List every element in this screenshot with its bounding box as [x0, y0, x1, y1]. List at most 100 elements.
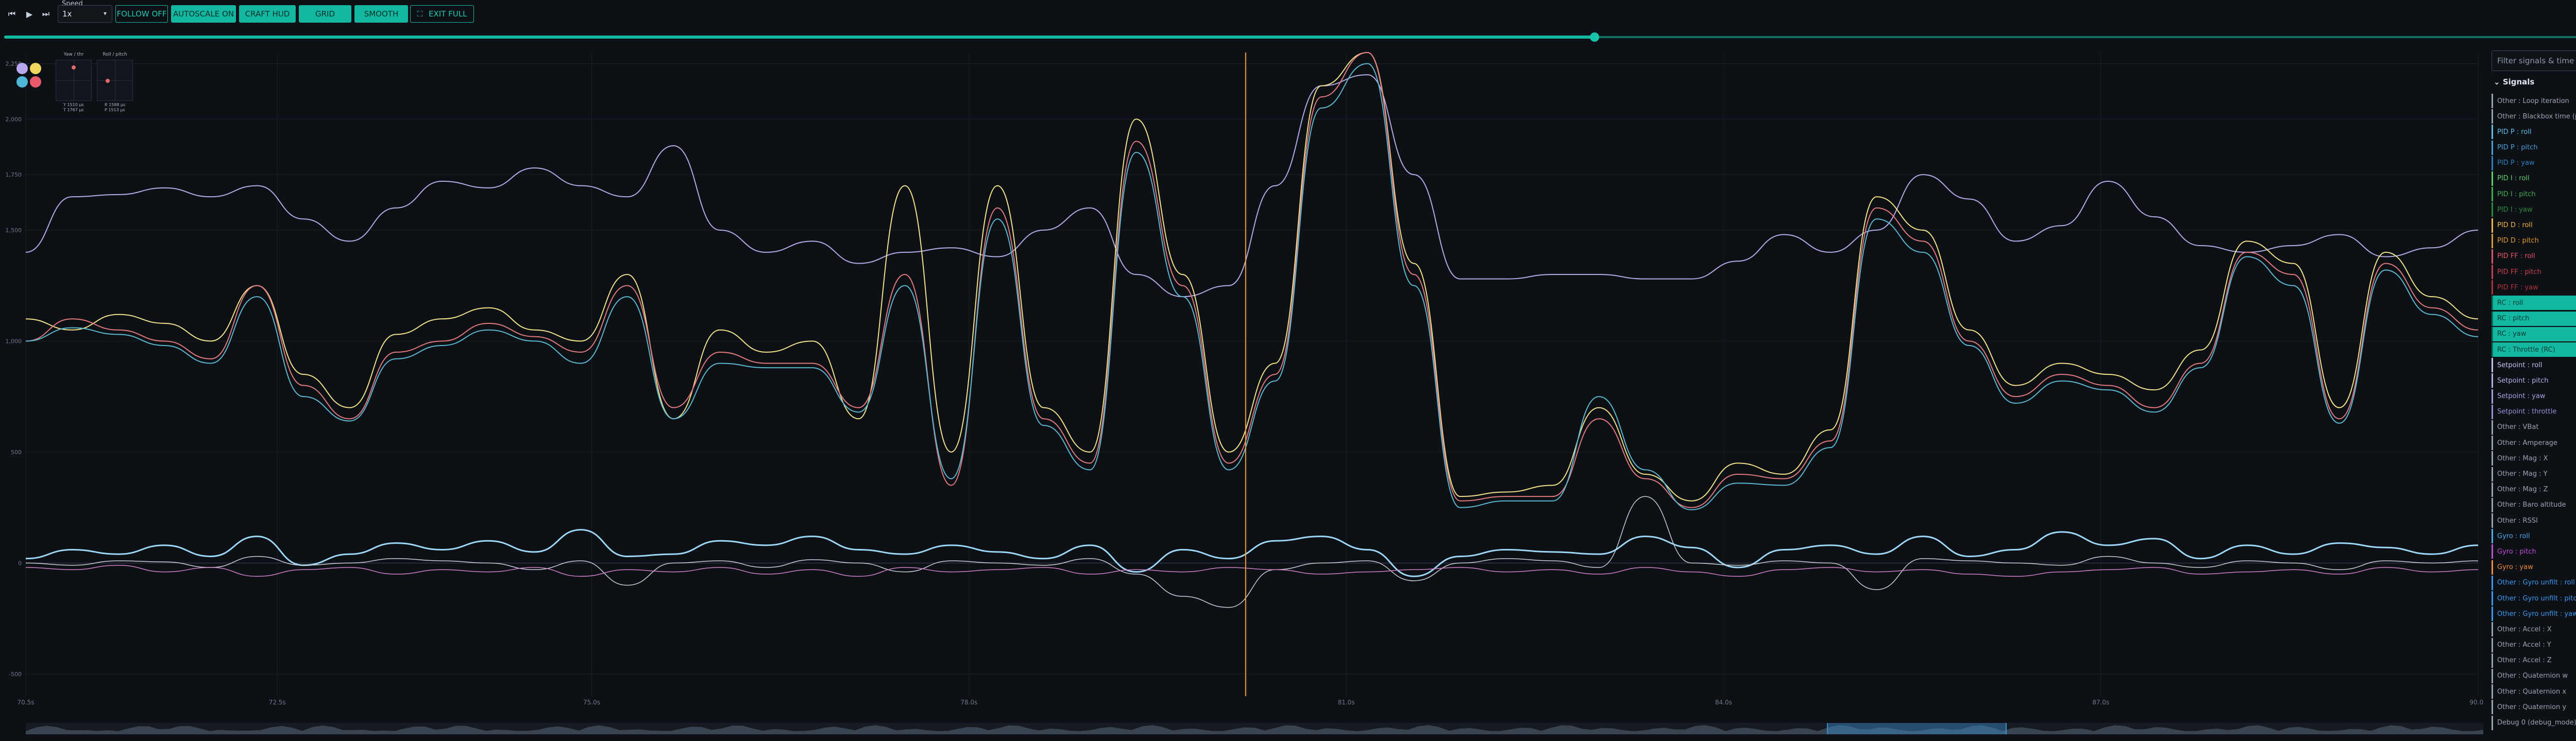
signal-label: Debug 0 (debug_mode) [2497, 719, 2576, 727]
grid-button[interactable]: GRID [299, 5, 351, 23]
chevron-down-icon: ⌄ [2494, 77, 2500, 87]
signal-item[interactable]: PID D : roll [2492, 218, 2576, 233]
signal-item[interactable]: Other : Mag : Y [2492, 467, 2576, 481]
signal-item[interactable]: Setpoint : throttle [2492, 404, 2576, 419]
signal-label: Other : Loop iteration [2497, 97, 2569, 105]
toolbar: ⏮ ▶ ⏭ Speed 1x ▾ FOLLOW OFF AUTOSCALE ON… [0, 0, 2576, 30]
signal-item[interactable]: Other : Accel : Y [2492, 637, 2576, 652]
signals-section-header[interactable]: ⌄ Signals [2494, 77, 2534, 87]
signal-item[interactable]: Other : Gyro unfilt : roll [2492, 575, 2576, 590]
signal-label: Other : Gyro unfilt : pitch [2497, 594, 2576, 602]
series-line [25, 52, 2479, 508]
signal-item[interactable]: Other : VBat [2492, 420, 2576, 435]
pitch-indicator-icon [30, 63, 41, 74]
signal-item[interactable]: Other : Baro altitude [2492, 497, 2576, 512]
y-tick-label: 500 [11, 449, 22, 456]
signal-item[interactable]: Gyro : yaw [2492, 560, 2576, 575]
stick-readout: P 1513 µs [105, 108, 125, 112]
signal-item[interactable]: PID P : pitch [2492, 140, 2576, 155]
signal-label: Setpoint : roll [2497, 361, 2543, 369]
signal-filter-input[interactable]: Filter signals & time series [2492, 50, 2576, 71]
signal-item[interactable]: Other : RSSI [2492, 513, 2576, 528]
series-line [25, 63, 2479, 510]
timeline-thumb[interactable] [1590, 32, 1600, 42]
signal-chart[interactable]: 2,250 2,000 1,750 1,500 1,000 500 0 -500 70.5s 72… [0, 47, 2486, 717]
signal-label: Other : Mag : X [2497, 454, 2548, 462]
signal-item[interactable]: PID I : roll [2492, 171, 2576, 186]
signal-item[interactable]: Other : Blackbox time (µs) [2492, 109, 2576, 124]
signal-item[interactable]: Other : Mag : Z [2492, 482, 2576, 497]
speed-select[interactable]: 1x ▾ [58, 5, 112, 23]
signal-item[interactable]: PID I : pitch [2492, 187, 2576, 202]
skip-back-icon[interactable]: ⏮ [5, 5, 19, 23]
chevron-down-icon: ▾ [103, 10, 107, 17]
signal-item[interactable]: Other : Quaternion y [2492, 700, 2576, 715]
series-line [25, 496, 2479, 608]
signal-item[interactable]: Setpoint : yaw [2492, 389, 2576, 404]
signal-item[interactable]: Gyro : roll [2492, 529, 2576, 544]
signal-item[interactable]: Setpoint : pitch [2492, 373, 2576, 388]
signal-item[interactable]: Setpoint : roll [2492, 358, 2576, 373]
signal-item[interactable]: Other : Amperage [2492, 436, 2576, 451]
signal-item[interactable]: PID FF : roll [2492, 249, 2576, 264]
series-line [25, 52, 2479, 502]
signal-item[interactable]: PID P : roll [2492, 125, 2576, 140]
signal-item[interactable]: Gyro : pitch [2492, 544, 2576, 559]
exit-full-button[interactable]: ⛶ EXIT FULL [410, 5, 474, 23]
signal-item[interactable]: Other : Gyro unfilt : pitch [2492, 591, 2576, 606]
smooth-button[interactable]: SMOOTH [354, 5, 408, 23]
signal-item[interactable]: Other : Quaternion w [2492, 668, 2576, 683]
signal-item[interactable]: PID FF : yaw [2492, 280, 2576, 295]
throttle-indicator-icon [30, 76, 41, 88]
signal-item[interactable]: PID I : yaw [2492, 202, 2576, 217]
overview-minimap[interactable] [26, 723, 2483, 734]
signal-item[interactable]: Other : Accel : X [2492, 622, 2576, 637]
signal-item[interactable]: PID P : yaw [2492, 156, 2576, 170]
x-tick-label: 87.0s [2092, 699, 2109, 706]
y-tick-label: 1,750 [6, 171, 22, 178]
signal-item[interactable]: Other : Loop iteration [2492, 94, 2576, 108]
signal-label: PID P : roll [2497, 128, 2532, 136]
signal-item[interactable]: PID D : pitch [2492, 233, 2576, 248]
signal-item[interactable]: Other : Accel : Z [2492, 653, 2576, 668]
signal-label: RC : Throttle (RC) [2497, 346, 2555, 354]
y-tick-label: 2,000 [6, 116, 22, 123]
stick-position [72, 65, 76, 70]
stick-position [106, 79, 110, 83]
signal-item[interactable]: Other : Gyro unfilt : yaw [2492, 607, 2576, 622]
signal-label: PID I : yaw [2497, 205, 2533, 214]
signal-label: Other : Quaternion y [2497, 703, 2567, 711]
craft-hud-button[interactable]: CRAFT HUD [239, 5, 296, 23]
roll-pitch-stick: Roll / pitch R 1588 µs P 1513 µs [97, 52, 133, 112]
skip-forward-icon[interactable]: ⏭ [39, 5, 53, 23]
minimap-selection[interactable] [1827, 723, 2007, 734]
signal-item[interactable]: RC : Throttle (RC)1767 µs [2492, 342, 2576, 357]
signal-label: Other : Quaternion w [2497, 672, 2568, 680]
autoscale-button[interactable]: AUTOSCALE ON [171, 5, 236, 23]
signal-item[interactable]: Other : Quaternion x [2492, 684, 2576, 699]
timeline-progress [4, 36, 1595, 39]
signal-label: Gyro : yaw [2497, 563, 2533, 572]
signal-item[interactable]: RC : yaw18 µs [2492, 326, 2576, 341]
timeline-slider[interactable] [4, 32, 2576, 42]
x-tick-label: 70.5s [18, 699, 35, 706]
stick-readout: T 1767 µs [63, 108, 84, 112]
signal-label: PID FF : roll [2497, 252, 2535, 261]
stick-title: Roll / pitch [103, 52, 127, 57]
play-icon[interactable]: ▶ [23, 5, 36, 23]
signal-label: Other : Gyro unfilt : yaw [2497, 610, 2576, 618]
exit-fullscreen-icon: ⛶ [417, 9, 423, 19]
signal-label: Other : Accel : Y [2497, 641, 2551, 649]
minimap-area [26, 725, 2483, 734]
signal-item[interactable]: Debug 0 (debug_mode) [2492, 715, 2576, 730]
signal-label: Other : VBat [2497, 423, 2539, 432]
signal-item[interactable]: RC : pitch76 µs [2492, 311, 2576, 326]
signal-label: Other : Gyro unfilt : roll [2497, 579, 2575, 587]
follow-button[interactable]: FOLLOW OFF [115, 5, 168, 23]
signal-item[interactable]: PID FF : pitch [2492, 265, 2576, 280]
exit-full-label: EXIT FULL [429, 9, 467, 19]
y-tick-label: -500 [9, 671, 22, 678]
signal-item[interactable]: RC : roll1513 µs [2492, 296, 2576, 311]
series-line [25, 74, 2479, 298]
signal-item[interactable]: Other : Mag : X [2492, 451, 2576, 466]
